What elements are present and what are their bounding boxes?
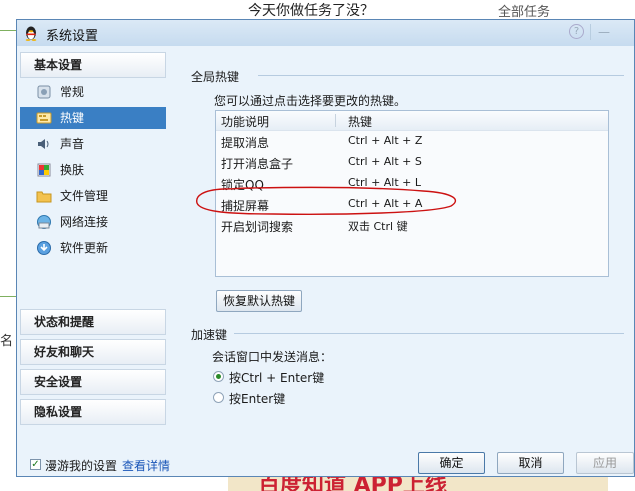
restore-default-hotkeys-button[interactable]: 恢复默认热键 <box>216 290 302 312</box>
general-icon <box>37 85 51 99</box>
section-security[interactable]: 安全设置 <box>20 369 166 395</box>
titlebar-separator <box>590 24 591 40</box>
row-function: 提取消息 <box>221 136 270 150</box>
sound-icon <box>38 139 49 149</box>
help-button[interactable]: ? <box>569 24 584 39</box>
network-icon <box>37 215 51 229</box>
section-privacy[interactable]: 隐私设置 <box>20 399 166 425</box>
red-annotation-ellipse <box>196 186 457 215</box>
sidebar-item-label: 热键 <box>60 111 85 125</box>
table-row[interactable]: 打开消息盒子 Ctrl + Alt + S <box>216 152 608 173</box>
skin-icon <box>37 163 51 177</box>
roaming-label[interactable]: 漫游我的设置 <box>45 457 117 474</box>
sidebar-item-skin[interactable]: 换肤 <box>20 159 166 181</box>
table-row[interactable]: 开启划词搜索 双击 Ctrl 键 <box>216 215 608 236</box>
section-status-reminders[interactable]: 状态和提醒 <box>20 309 166 335</box>
apply-button[interactable]: 应用 <box>576 452 634 474</box>
enter-label[interactable]: 按Enter键 <box>229 390 285 407</box>
group-divider <box>234 333 624 334</box>
enter-radio[interactable] <box>213 392 224 403</box>
hotkeys-description: 您可以通过点击选择要更改的热键。 <box>214 94 407 108</box>
table-header: 功能说明 热键 <box>216 111 608 131</box>
accelerator-heading: 加速键 <box>191 328 228 342</box>
ok-button[interactable]: 确定 <box>418 452 485 474</box>
sidebar-item-software-update[interactable]: 软件更新 <box>20 237 166 259</box>
sidebar-item-sound[interactable]: 声音 <box>20 133 166 155</box>
column-function: 功能说明 <box>221 115 270 129</box>
row-function: 开启划词搜索 <box>221 220 294 234</box>
sidebar-item-label: 软件更新 <box>60 241 109 255</box>
section-basic-settings[interactable]: 基本设置 <box>20 52 166 78</box>
qq-penguin-icon <box>25 26 37 41</box>
title-bar[interactable]: 系统设置 ? — <box>17 20 634 46</box>
column-hotkey: 热键 <box>348 115 373 129</box>
sidebar-item-hotkey[interactable]: 热键 <box>20 107 166 129</box>
background-divider <box>0 296 16 297</box>
row-hotkey[interactable]: Ctrl + Alt + Z <box>348 134 422 147</box>
folder-icon <box>36 191 52 203</box>
settings-dialog: 系统设置 ? — 基本设置 常规 热键 声音 换肤 文件管理 网络连接 软件更新… <box>16 19 635 477</box>
background-left-strip <box>0 0 16 491</box>
table-row[interactable]: 提取消息 Ctrl + Alt + Z <box>216 131 608 152</box>
sidebar-item-label: 声音 <box>60 137 85 151</box>
ctrl-enter-label[interactable]: 按Ctrl + Enter键 <box>229 369 324 386</box>
background-divider <box>0 30 16 31</box>
sidebar-item-label: 文件管理 <box>60 189 109 203</box>
ctrl-enter-radio[interactable] <box>213 371 224 382</box>
background-side-text: 名 <box>0 334 14 349</box>
roaming-checkbox[interactable]: ✓ <box>30 459 41 470</box>
update-icon <box>37 241 51 255</box>
background-all-tasks-link[interactable]: 全部任务 <box>498 1 550 20</box>
row-hotkey[interactable]: 双击 Ctrl 键 <box>348 218 408 234</box>
sidebar-item-network[interactable]: 网络连接 <box>20 211 166 233</box>
background-headline[interactable]: 今天你做任务了没？ <box>248 0 374 20</box>
view-details-link[interactable]: 查看详情 <box>122 457 170 474</box>
hotkey-icon <box>36 112 52 124</box>
group-divider <box>258 75 624 76</box>
sidebar-item-general[interactable]: 常规 <box>20 81 166 103</box>
cancel-button[interactable]: 取消 <box>497 452 564 474</box>
window-title: 系统设置 <box>46 29 99 44</box>
column-separator <box>335 114 336 127</box>
section-friends-chat[interactable]: 好友和聊天 <box>20 339 166 365</box>
row-function: 打开消息盒子 <box>221 157 294 171</box>
row-hotkey[interactable]: Ctrl + Alt + S <box>348 155 422 168</box>
global-hotkeys-heading: 全局热键 <box>191 70 240 84</box>
send-message-prompt: 会话窗口中发送消息： <box>212 350 333 364</box>
minimize-button[interactable]: — <box>596 24 612 40</box>
sidebar-item-file-management[interactable]: 文件管理 <box>20 185 166 207</box>
sidebar-item-label: 常规 <box>60 85 85 99</box>
sidebar-item-label: 网络连接 <box>60 215 109 229</box>
sidebar-item-label: 换肤 <box>60 163 85 177</box>
